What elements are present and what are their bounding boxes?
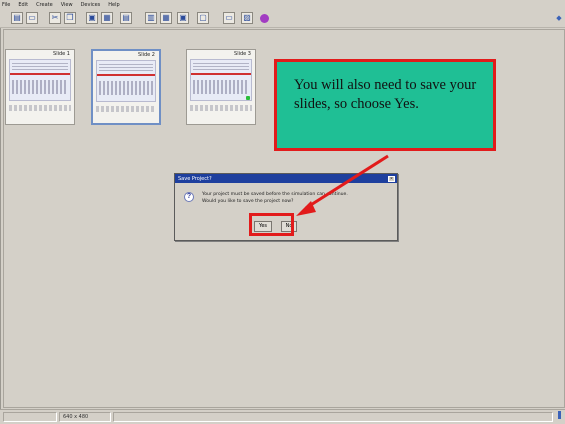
status-bar: 640 x 480 [0,409,565,424]
dialog-titlebar[interactable]: Save Project? × [175,174,397,183]
toolbar-properties-icon[interactable]: ▤ [120,12,132,24]
toolbar-paste-icon[interactable]: ▣ [86,12,98,24]
toolbar-new-icon[interactable]: ▤ [11,12,23,24]
menu-devices[interactable]: Devices [81,2,101,8]
toolbar-window-icon[interactable]: ▭ [223,12,235,24]
dialog-message-line-1: Your project must be saved before the si… [202,192,348,197]
toolbar-cut-icon[interactable]: ✂ [49,12,61,24]
slide-caption [9,105,71,111]
dialog-title: Save Project? [178,175,212,182]
cursor-marker [246,96,250,100]
toolbar: ▤ ▭ ✂ ❐ ▣ ▦ ▤ ▥ ▦ ▣ ▢ ▭ ▨ ◆ [0,9,565,28]
tutorial-callout: You will also need to save your slides, … [274,59,496,151]
menu-edit[interactable]: Edit [18,2,28,8]
close-icon[interactable]: × [388,175,395,182]
slide-title: Slide 2 [138,52,155,58]
toolbar-capture-icon[interactable]: ▣ [177,12,189,24]
menu-create[interactable]: Create [36,2,53,8]
menu-help[interactable]: Help [108,2,119,8]
yes-button-highlight [249,213,294,236]
slide-thumbnail-3[interactable]: Slide 3 [186,49,256,125]
toolbar-slides-icon[interactable]: ▥ [145,12,157,24]
slide-title: Slide 3 [234,51,251,57]
slide-caption [190,105,252,111]
slide-title: Slide 1 [53,51,70,57]
toolbar-image-icon[interactable]: ▦ [101,12,113,24]
toolbar-grid-icon[interactable]: ▦ [160,12,172,24]
question-icon: ? [184,192,194,202]
status-message [3,412,57,422]
toolbar-open-icon[interactable]: ▭ [26,12,38,24]
slide-preview [96,60,156,102]
menu-view[interactable]: View [61,2,73,8]
toolbar-copy-icon[interactable]: ❐ [64,12,76,24]
menu-bar: File Edit Create View Devices Help [0,0,565,9]
resize-grip-icon[interactable] [558,411,561,419]
slide-preview [9,59,71,101]
dialog-message: Your project must be saved before the si… [202,191,392,205]
toolbar-help-icon[interactable]: ◆ [553,12,565,24]
menu-file[interactable]: File [2,2,10,8]
toolbar-run-icon[interactable] [258,12,270,24]
slide-preview [190,59,252,101]
status-extra [113,412,553,422]
toolbar-export-icon[interactable]: ▨ [241,12,253,24]
slide-thumbnail-1[interactable]: Slide 1 [5,49,75,125]
slide-caption [96,106,156,112]
callout-text: You will also need to save your slides, … [294,77,477,112]
toolbar-monitor-icon[interactable]: ▢ [197,12,209,24]
slide-thumbnail-2[interactable]: Slide 2 [91,49,161,125]
dialog-message-line-2: Would you like to save the project now? [202,199,294,204]
status-size: 640 x 480 [59,412,111,422]
